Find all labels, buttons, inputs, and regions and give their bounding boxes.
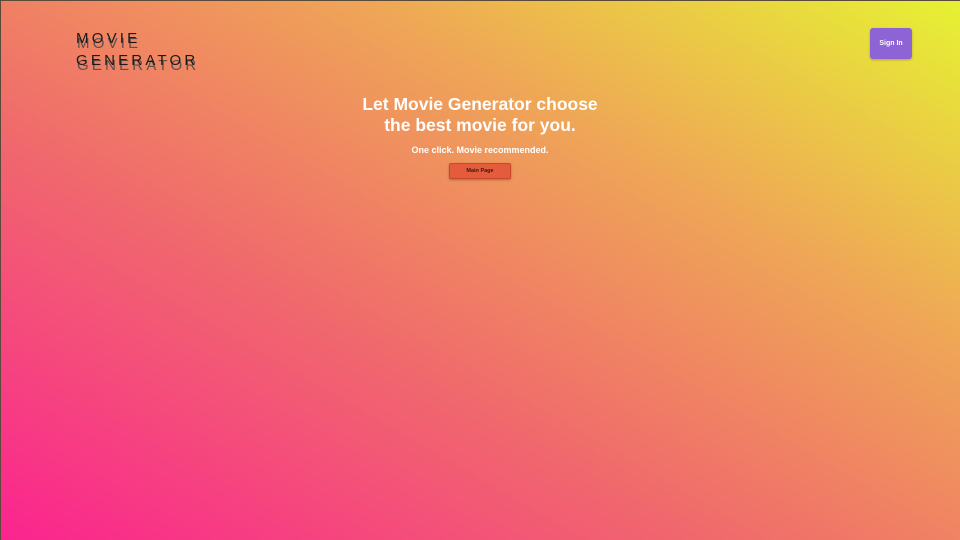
hero-subtitle: One click. Movie recommended.: [411, 145, 549, 155]
hero-section: Let Movie Generator choose the best movi…: [0, 94, 960, 179]
sign-in-button[interactable]: Sign In: [870, 28, 912, 59]
logo[interactable]: MOVIE GENERATOR: [76, 28, 216, 72]
logo-line-movie: MOVIE: [76, 30, 141, 47]
hero-title-line-1: Let Movie Generator choose: [362, 94, 598, 114]
page-frame: [0, 0, 960, 540]
hero-title: Let Movie Generator choose the best movi…: [0, 94, 960, 136]
hero-title-line-2: the best movie for you.: [384, 115, 576, 135]
main-page-button[interactable]: Main Page: [449, 163, 511, 179]
logo-line-generator: GENERATOR: [76, 52, 199, 69]
